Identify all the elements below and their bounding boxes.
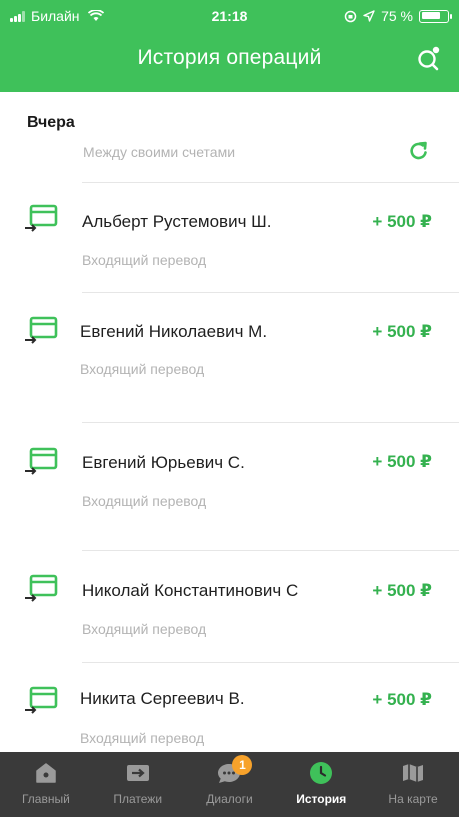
operation-type: Входящий перевод [82,252,207,268]
operation-item[interactable]: Никита Сергеевич В. + 500 ₽ Входящий пер… [0,662,459,752]
status-bar: Билайн 21:18 75 % [0,0,459,30]
status-right: 75 % [344,8,452,24]
operation-item[interactable]: Евгений Юрьевич С. + 500 ₽ Входящий пере… [0,422,459,550]
operation-amount: + 500 ₽ [372,581,432,600]
location-icon [363,10,375,22]
incoming-transfer-icon [25,316,58,344]
operation-amount: + 500 ₽ [372,690,432,709]
tab-home[interactable]: Главный [0,752,92,817]
refresh-icon [410,141,427,160]
tab-label: Платежи [113,792,163,806]
tab-dialogs[interactable]: 1 Диалоги [184,752,276,817]
incoming-transfer-icon [25,447,58,475]
map-icon [403,764,424,782]
tab-history[interactable]: История [275,752,367,817]
tab-label: История [296,792,347,806]
operation-name: Евгений Юрьевич С. [82,453,245,472]
operations-list[interactable]: Вчера Между своими счетами Альберт Русте… [0,92,459,752]
incoming-transfer-icon [25,574,58,602]
incoming-transfer-icon [25,686,58,714]
payments-icon [126,765,149,781]
incoming-transfer-icon [25,204,58,232]
tab-label: Диалоги [206,792,253,806]
tab-bar: Главный Платежи 1 Диалоги История На кар… [0,752,459,817]
operation-item[interactable]: Николай Константинович С + 500 ₽ Входящи… [0,550,459,662]
search-icon[interactable] [415,44,443,72]
operation-amount: + 500 ₽ [372,212,432,231]
section-title: Вчера [27,114,75,131]
tab-map[interactable]: На карте [367,752,459,817]
tab-payments[interactable]: Платежи [92,752,184,817]
operation-amount: + 500 ₽ [372,452,432,471]
tab-label: На карте [388,792,438,806]
operation-item[interactable]: Евгений Николаевич М. + 500 ₽ Входящий п… [0,292,459,422]
orientation-lock-icon [344,10,357,22]
partial-operation-type: Между своими счетами [83,144,236,160]
clock-icon [310,762,333,784]
operation-name: Альберт Рустемович Ш. [82,212,272,231]
operation-name: Николай Константинович С [82,581,299,600]
page-title: История операций [137,46,322,69]
battery-percent: 75 % [381,8,413,24]
battery-icon [419,9,452,23]
operation-type: Входящий перевод [80,361,205,377]
operation-name: Никита Сергеевич В. [80,689,245,708]
operation-type: Входящий перевод [82,493,207,509]
tab-label: Главный [21,792,70,806]
operation-item[interactable]: Альберт Рустемович Ш. + 500 ₽ Входящий п… [0,182,459,292]
operation-amount: + 500 ₽ [372,322,432,341]
operation-type: Входящий перевод [82,621,207,637]
operation-type: Входящий перевод [80,730,205,746]
operation-name: Евгений Николаевич М. [80,322,268,341]
header: Билайн 21:18 75 % История операций [0,0,459,92]
unread-badge: 1 [232,755,253,775]
home-icon [36,763,56,783]
